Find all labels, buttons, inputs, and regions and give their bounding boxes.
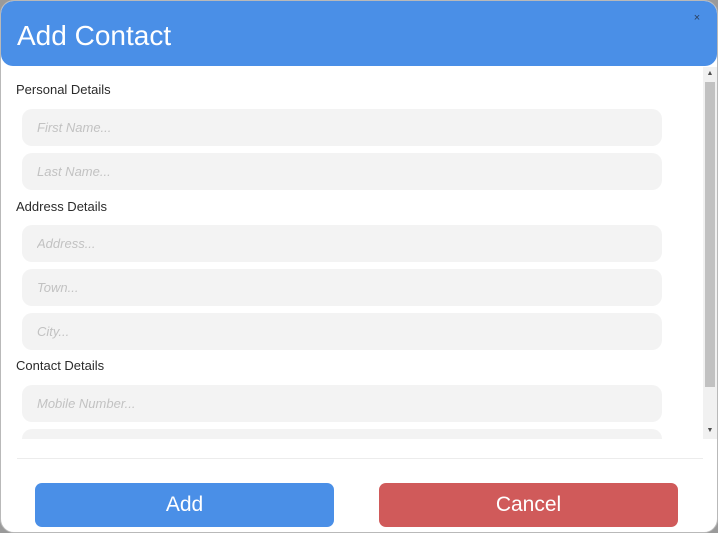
form-scrollbar[interactable]: ▲ ▼ — [703, 67, 717, 439]
address-input[interactable] — [22, 225, 662, 262]
add-contact-dialog: Add Contact × Personal Details Address D… — [0, 0, 718, 533]
form-scroll-area[interactable]: Personal Details Address Details Contact… — [1, 67, 717, 439]
close-icon[interactable]: × — [690, 10, 704, 26]
scroll-up-icon[interactable]: ▲ — [703, 67, 717, 81]
scroll-down-icon[interactable]: ▼ — [703, 424, 717, 438]
dialog-title: Add Contact — [17, 20, 172, 51]
dialog-header: Add Contact × — [1, 1, 717, 66]
town-input[interactable] — [22, 269, 662, 306]
first-name-input[interactable] — [22, 109, 662, 146]
add-button[interactable]: Add — [35, 483, 334, 527]
city-input[interactable] — [22, 313, 662, 350]
mobile-number-input[interactable] — [22, 385, 662, 422]
section-label-address: Address Details — [16, 199, 108, 214]
footer-divider — [17, 458, 703, 459]
next-contact-input[interactable] — [22, 429, 662, 439]
cancel-button[interactable]: Cancel — [379, 483, 678, 527]
section-label-contact: Contact Details — [16, 358, 105, 373]
last-name-input[interactable] — [22, 153, 662, 190]
section-label-personal: Personal Details — [16, 82, 111, 97]
scrollbar-thumb[interactable] — [705, 82, 715, 387]
